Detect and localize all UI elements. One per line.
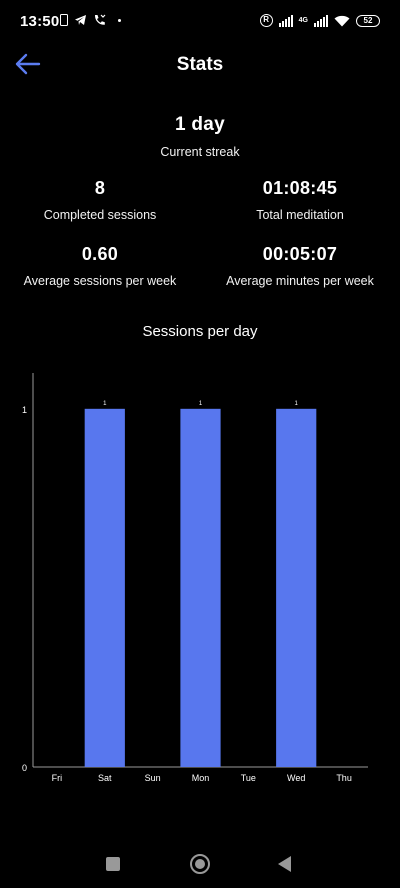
bar-sat bbox=[84, 408, 125, 767]
status-bar: 13:50 R 4G 52 bbox=[0, 0, 400, 44]
current-streak-value: 1 day bbox=[174, 114, 226, 135]
bar-wed bbox=[276, 408, 317, 767]
x-tick-label: Wed bbox=[287, 773, 305, 783]
more-notifications-dot-icon bbox=[118, 18, 121, 22]
system-back-button[interactable] bbox=[278, 856, 291, 872]
completed-sessions-stat: 8 Completed sessions bbox=[0, 178, 200, 222]
telegram-icon bbox=[75, 15, 86, 25]
x-tick-label: Sun bbox=[145, 773, 161, 783]
signal-icon bbox=[278, 14, 293, 27]
y-tick-label: 0 bbox=[22, 763, 27, 773]
bar-data-label: 1 bbox=[103, 401, 107, 407]
completed-sessions-label: Completed sessions bbox=[43, 208, 157, 222]
average-minutes-per-week-value: 00:05:07 bbox=[262, 244, 338, 264]
x-tick-label: Fri bbox=[52, 773, 63, 783]
system-navigation-bar bbox=[0, 840, 400, 888]
home-button[interactable] bbox=[190, 854, 210, 874]
x-tick-label: Thu bbox=[336, 773, 352, 783]
phone-icon bbox=[60, 14, 68, 26]
average-sessions-per-week-label: Average sessions per week bbox=[23, 274, 177, 288]
x-tick-label: Tue bbox=[241, 773, 256, 783]
recents-button[interactable] bbox=[106, 857, 120, 871]
notification-icons bbox=[60, 14, 121, 26]
status-time: 13:50 bbox=[20, 13, 60, 30]
average-minutes-per-week-label: Average minutes per week bbox=[226, 274, 374, 288]
system-icons: R 4G 52 bbox=[259, 14, 380, 27]
network-type-label: 4G bbox=[298, 17, 308, 24]
current-streak-stat: 1 day Current streak bbox=[100, 114, 300, 159]
missed-call-icon bbox=[94, 14, 106, 25]
bar-data-label: 1 bbox=[295, 401, 299, 407]
wifi-icon bbox=[334, 15, 350, 26]
total-meditation-value: 01:08:45 bbox=[262, 178, 338, 198]
battery-icon: 52 bbox=[356, 14, 380, 27]
signal-2-icon bbox=[314, 14, 328, 27]
total-meditation-stat: 01:08:45 Total meditation bbox=[200, 178, 400, 222]
chart-title: Sessions per day bbox=[142, 323, 258, 340]
registered-icon: R bbox=[259, 14, 273, 27]
current-streak-label: Current streak bbox=[160, 145, 240, 159]
x-tick-label: Mon bbox=[192, 773, 210, 783]
sessions-per-day-chart: 0 1 Fri 1 Sat Sun 1 Mon Tue 1 Wed Thu bbox=[22, 373, 368, 783]
average-minutes-per-week-stat: 00:05:07 Average minutes per week bbox=[200, 244, 400, 288]
completed-sessions-value: 8 bbox=[94, 178, 106, 198]
total-meditation-label: Total meditation bbox=[256, 208, 344, 222]
average-sessions-per-week-value: 0.60 bbox=[81, 244, 119, 264]
average-sessions-per-week-stat: 0.60 Average sessions per week bbox=[0, 244, 200, 288]
page-title: Stats bbox=[176, 54, 224, 75]
bar-data-label: 1 bbox=[199, 401, 203, 407]
bar-mon bbox=[180, 408, 221, 767]
x-tick-label: Sat bbox=[98, 773, 112, 783]
y-tick-label: 1 bbox=[22, 405, 27, 415]
